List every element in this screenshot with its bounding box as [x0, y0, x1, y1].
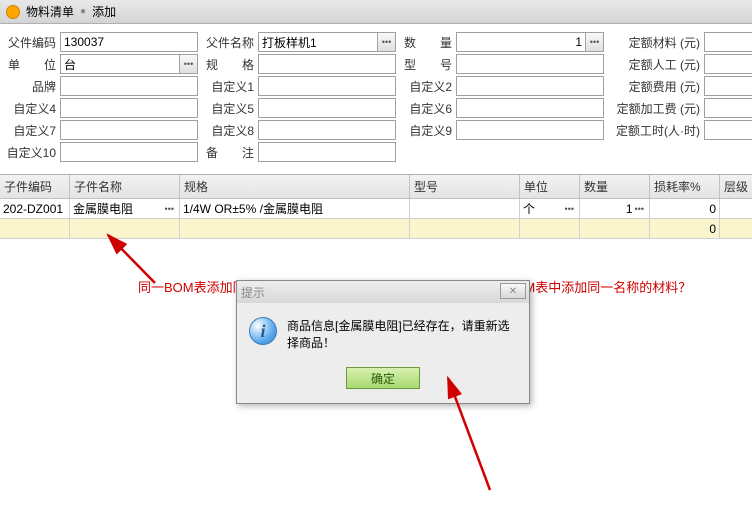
- col-model[interactable]: 型号: [410, 175, 520, 199]
- cell-unit[interactable]: [520, 219, 580, 239]
- grid-header: 子件编码 子件名称 规格 型号 单位 数量 损耗率% 层级: [0, 175, 752, 199]
- lbl-c9: 自定义9: [400, 122, 456, 139]
- lbl-c2: 自定义2: [400, 78, 456, 95]
- lbl-c7: 自定义7: [4, 122, 60, 139]
- cell-level[interactable]: [720, 199, 752, 219]
- cell-qty[interactable]: 1•••: [580, 199, 650, 219]
- proc-cost-input[interactable]: [704, 98, 752, 118]
- info-icon: i: [249, 317, 277, 345]
- unit-input[interactable]: [60, 54, 180, 74]
- lbl-qty: 数 量: [400, 34, 456, 51]
- lbl-mat-cost: 定额材料 (元): [608, 34, 704, 51]
- cell-qty[interactable]: [580, 219, 650, 239]
- lbl-hours: 定额工时(人·时): [608, 122, 704, 139]
- model-input[interactable]: [456, 54, 604, 74]
- form-area: 父件编码 父件名称••• 数 量••• 定额材料 (元) 单 位••• 规 格 …: [0, 24, 752, 174]
- lbl-c6: 自定义6: [400, 100, 456, 117]
- col-level[interactable]: 层级: [720, 175, 752, 199]
- title-bar: 物料清单 ● 添加: [0, 0, 752, 24]
- cell-spec[interactable]: [180, 219, 410, 239]
- parent-name-input[interactable]: [258, 32, 378, 52]
- cell-spec[interactable]: 1/4W OR±5% /金属膜电阻: [180, 199, 410, 219]
- close-icon[interactable]: ✕: [500, 283, 526, 299]
- mat-cost-input[interactable]: [704, 32, 752, 52]
- c8-input[interactable]: [258, 120, 396, 140]
- lbl-c4: 自定义4: [4, 100, 60, 117]
- c1-input[interactable]: [258, 76, 396, 96]
- col-code[interactable]: 子件编码: [0, 175, 70, 199]
- lbl-c5: 自定义5: [202, 100, 258, 117]
- dialog-title-text: 提示: [241, 284, 265, 301]
- lbl-unit: 单 位: [4, 56, 60, 73]
- remark-input[interactable]: [258, 142, 396, 162]
- brand-input[interactable]: [60, 76, 198, 96]
- app-icon: [6, 5, 20, 19]
- hours-input[interactable]: [704, 120, 752, 140]
- cell-loss[interactable]: 0: [650, 219, 720, 239]
- parent-code-input[interactable]: [60, 32, 198, 52]
- c7-input[interactable]: [60, 120, 198, 140]
- table-row[interactable]: 0: [0, 219, 752, 239]
- qty-lookup-icon[interactable]: •••: [633, 204, 646, 214]
- parent-name-lookup[interactable]: •••: [378, 32, 396, 52]
- lbl-brand: 品牌: [4, 78, 60, 95]
- lbl-c10: 自定义10: [4, 144, 60, 161]
- labor-cost-input[interactable]: [704, 54, 752, 74]
- lbl-proc-cost: 定额加工费 (元): [608, 100, 704, 117]
- lbl-spec: 规 格: [202, 56, 258, 73]
- cell-loss[interactable]: 0: [650, 199, 720, 219]
- cell-model[interactable]: [410, 199, 520, 219]
- c4-input[interactable]: [60, 98, 198, 118]
- cell-code[interactable]: [0, 219, 70, 239]
- lbl-parent-code: 父件编码: [4, 34, 60, 51]
- col-name[interactable]: 子件名称: [70, 175, 180, 199]
- lbl-c1: 自定义1: [202, 78, 258, 95]
- lbl-model: 型 号: [400, 56, 456, 73]
- dialog: 提示 ✕ i 商品信息[金属膜电阻]已经存在，请重新选择商品！ 确定: [236, 280, 530, 404]
- lbl-parent-name: 父件名称: [202, 34, 258, 51]
- qty-input[interactable]: [456, 32, 586, 52]
- lbl-fee-cost: 定额费用 (元): [608, 78, 704, 95]
- qty-lookup[interactable]: •••: [586, 32, 604, 52]
- c2-input[interactable]: [456, 76, 604, 96]
- grid: 子件编码 子件名称 规格 型号 单位 数量 损耗率% 层级 202-DZ001 …: [0, 174, 752, 239]
- c9-input[interactable]: [456, 120, 604, 140]
- fee-cost-input[interactable]: [704, 76, 752, 96]
- col-loss[interactable]: 损耗率%: [650, 175, 720, 199]
- dialog-titlebar[interactable]: 提示 ✕: [237, 281, 529, 303]
- table-row[interactable]: 202-DZ001 金属膜电阻••• 1/4W OR±5% /金属膜电阻 个••…: [0, 199, 752, 219]
- ok-button[interactable]: 确定: [346, 367, 420, 389]
- c6-input[interactable]: [456, 98, 604, 118]
- title-action: 添加: [92, 3, 116, 20]
- lbl-c8: 自定义8: [202, 122, 258, 139]
- cell-name[interactable]: [70, 219, 180, 239]
- col-spec[interactable]: 规格: [180, 175, 410, 199]
- lbl-labor-cost: 定额人工 (元): [608, 56, 704, 73]
- spec-input[interactable]: [258, 54, 396, 74]
- dot-separator: ●: [80, 6, 86, 17]
- c10-input[interactable]: [60, 142, 198, 162]
- dialog-message: 商品信息[金属膜电阻]已经存在，请重新选择商品！: [287, 317, 517, 351]
- name-lookup-icon[interactable]: •••: [163, 204, 176, 214]
- cell-name[interactable]: 金属膜电阻•••: [70, 199, 180, 219]
- cell-code[interactable]: 202-DZ001: [0, 199, 70, 219]
- c5-input[interactable]: [258, 98, 396, 118]
- lbl-remark: 备 注: [202, 144, 258, 161]
- title-text: 物料清单: [26, 3, 74, 20]
- unit-lookup[interactable]: •••: [180, 54, 198, 74]
- col-qty[interactable]: 数量: [580, 175, 650, 199]
- cell-model[interactable]: [410, 219, 520, 239]
- cell-level[interactable]: [720, 219, 752, 239]
- col-unit[interactable]: 单位: [520, 175, 580, 199]
- unit-lookup-icon[interactable]: •••: [563, 204, 576, 214]
- cell-unit[interactable]: 个•••: [520, 199, 580, 219]
